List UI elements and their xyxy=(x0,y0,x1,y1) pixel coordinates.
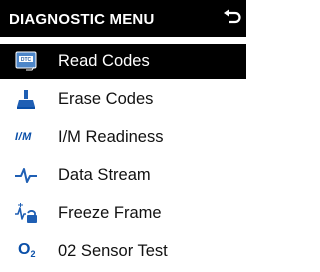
menu-item-label: Freeze Frame xyxy=(58,204,162,222)
menu-item-label: Data Stream xyxy=(58,166,151,184)
menu-item-read-codes[interactable]: DTC Read Codes xyxy=(0,44,246,79)
waveform-icon xyxy=(14,164,38,186)
menu-item-o2-sensor-test[interactable]: O2 02 Sensor Test xyxy=(0,234,246,269)
diagnostic-menu-list: DTC Read Codes Erase Codes I/M I/M Readi… xyxy=(0,44,246,272)
menu-item-label: 02 Sensor Test xyxy=(58,242,168,260)
freeze-frame-icon xyxy=(14,202,38,224)
eraser-icon xyxy=(14,88,38,110)
menu-item-erase-codes[interactable]: Erase Codes xyxy=(0,82,246,117)
diagnostic-menu-screen: DIAGNOSTIC MENU DTC Read Codes Erase Cod… xyxy=(0,0,246,272)
menu-item-label: I/M Readiness xyxy=(58,128,164,146)
menu-item-freeze-frame[interactable]: Freeze Frame xyxy=(0,196,246,231)
im-readiness-icon: I/M xyxy=(14,126,38,148)
header-bar: DIAGNOSTIC MENU xyxy=(0,0,246,37)
menu-item-label: Erase Codes xyxy=(58,90,154,108)
menu-item-data-stream[interactable]: Data Stream xyxy=(0,158,246,193)
dtc-read-codes-icon: DTC xyxy=(14,50,38,72)
im-icon-text: I/M xyxy=(15,131,32,143)
menu-item-label: Read Codes xyxy=(58,52,150,70)
o2-sensor-icon: O2 xyxy=(14,240,38,262)
return-arrow-icon[interactable] xyxy=(222,9,242,27)
o2-icon-text: O2 xyxy=(18,241,36,259)
svg-text:DTC: DTC xyxy=(21,57,32,63)
menu-item-im-readiness[interactable]: I/M I/M Readiness xyxy=(0,120,246,155)
page-title: DIAGNOSTIC MENU xyxy=(9,11,155,28)
